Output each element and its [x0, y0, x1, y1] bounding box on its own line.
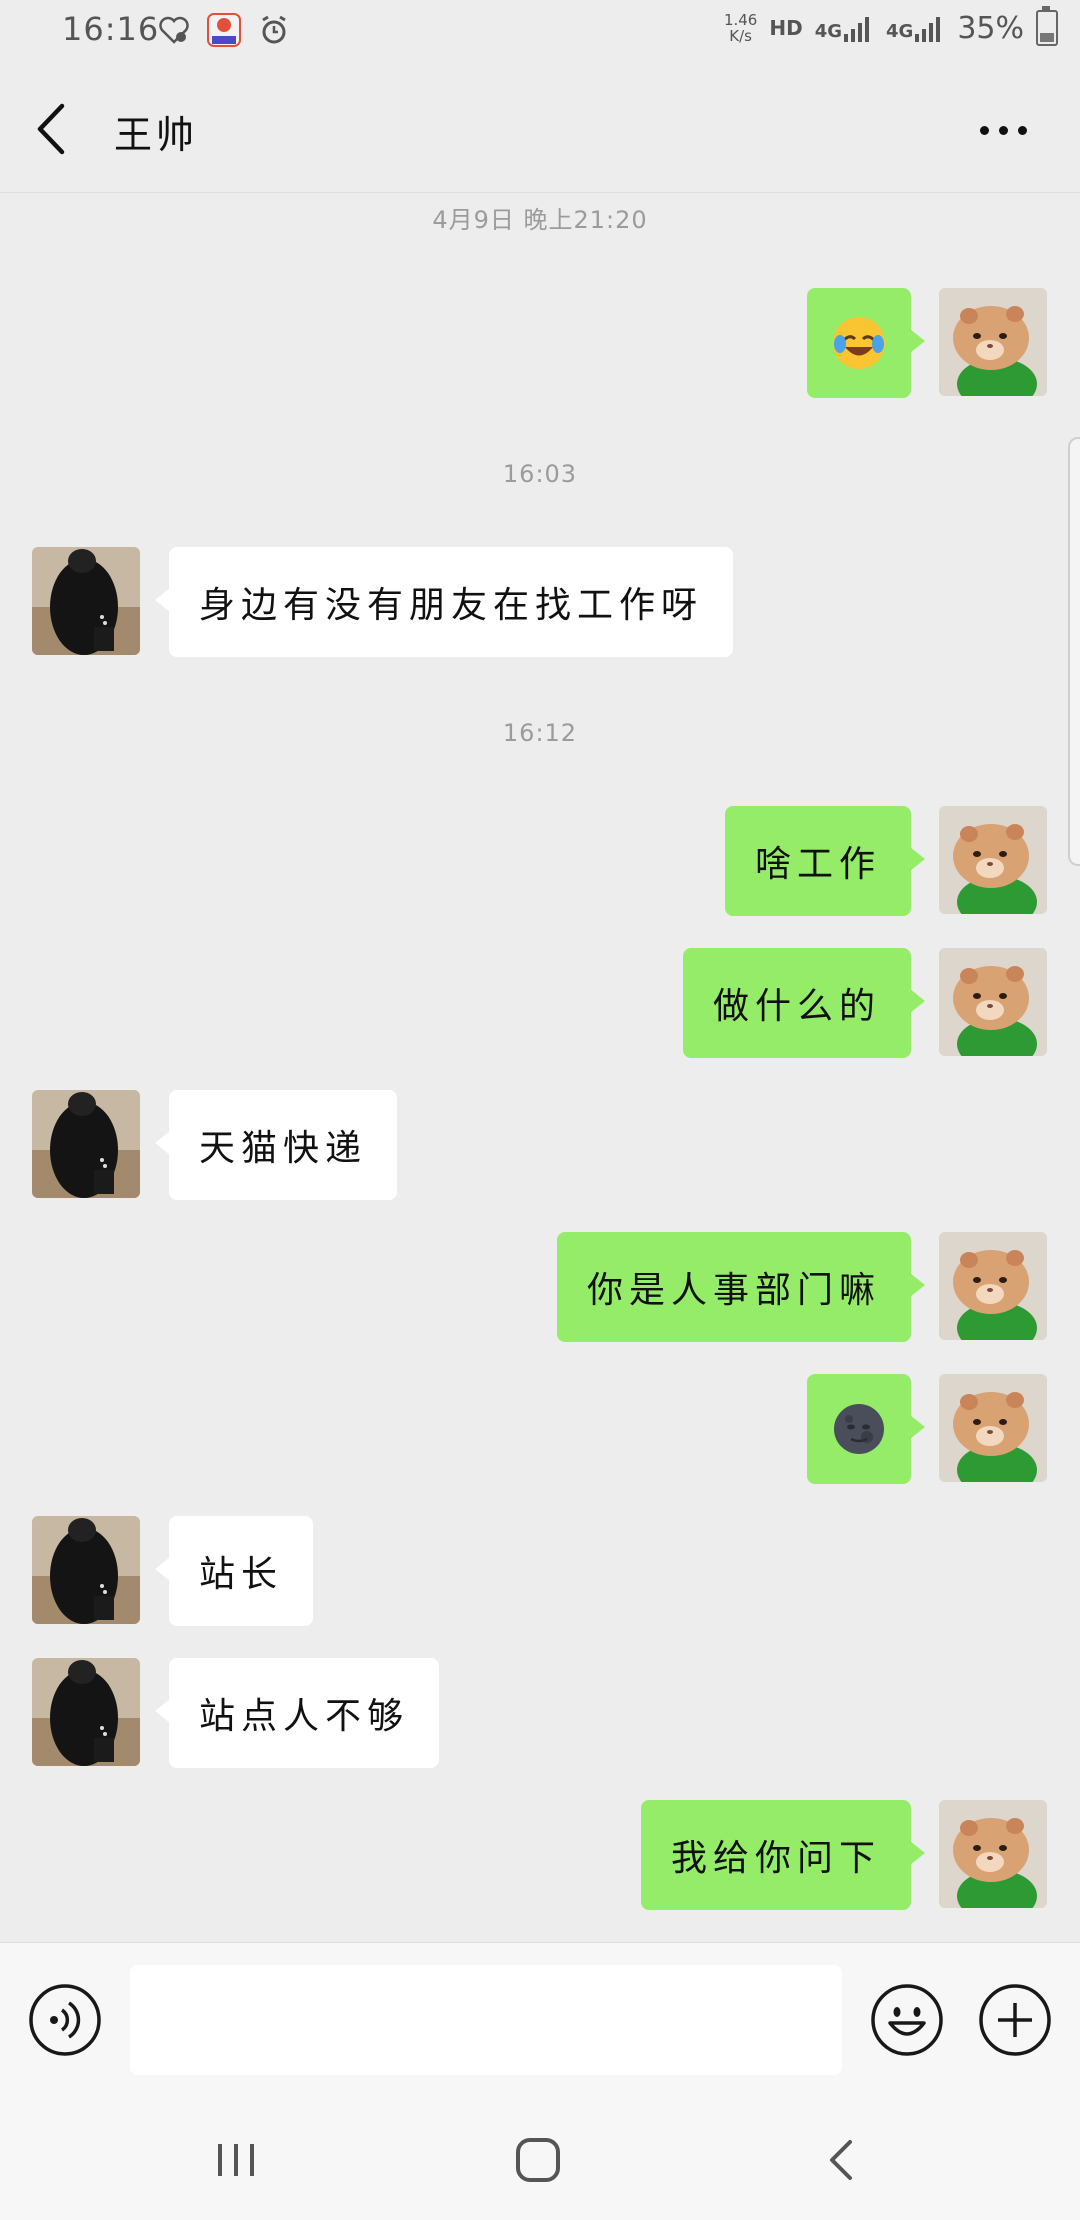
system-nav-bar: [0, 2096, 1080, 2220]
message-input[interactable]: [130, 1965, 842, 2075]
back-icon: [830, 2140, 852, 2180]
plus-icon: [979, 1984, 1051, 2056]
more-dot-icon: [980, 125, 989, 135]
scroll-indicator[interactable]: [1068, 437, 1080, 866]
voice-icon: [29, 1984, 101, 2056]
alarm-notification-icon: [256, 12, 292, 48]
message-bubble-outgoing[interactable]: 我给你问下: [640, 1800, 926, 1910]
more-options-button[interactable]: [980, 116, 1040, 144]
back-button[interactable]: [28, 96, 88, 162]
my-avatar[interactable]: [939, 948, 1047, 1056]
my-avatar[interactable]: [939, 288, 1047, 396]
app-notification-icon: [206, 12, 242, 48]
new-moon-face-emoji-icon: [834, 1404, 884, 1454]
message-bubble-incoming[interactable]: 站点人不够: [154, 1658, 440, 1768]
network-speed-unit: K/s: [729, 27, 752, 45]
network-speed: 1.46 K/s: [724, 12, 757, 44]
timestamp: 4月9日 晚上21:20: [432, 206, 648, 234]
notification-icons: [156, 12, 292, 48]
message-bubble-outgoing[interactable]: [807, 1374, 925, 1484]
emoji-icon: [871, 1984, 943, 2056]
chat-area[interactable]: 4月9日 晚上21:20 16:03 身边有没有朋友在找工作呀 16:12 啥工…: [0, 192, 1080, 1942]
my-avatar[interactable]: [939, 1800, 1047, 1908]
message-bubble-outgoing[interactable]: 做什么的: [682, 948, 926, 1058]
hd-indicator: HD: [769, 16, 803, 40]
status-time: 16:16: [62, 10, 160, 48]
home-icon: [516, 2138, 560, 2182]
recent-apps-icon: [218, 2144, 254, 2176]
signal-icon: [844, 17, 869, 42]
chat-header: 王帅: [0, 66, 1080, 193]
chevron-left-icon: [37, 103, 65, 155]
battery-icon: [1036, 6, 1058, 46]
my-avatar[interactable]: [939, 1232, 1047, 1340]
contact-avatar[interactable]: [32, 1658, 140, 1766]
chat-title: 王帅: [114, 113, 199, 157]
face-with-tears-of-joy-emoji-icon: [833, 317, 885, 369]
timestamp: 16:03: [502, 460, 578, 488]
contact-avatar[interactable]: [32, 1516, 140, 1624]
emoji-button[interactable]: [870, 1983, 944, 2057]
network-speed-value: 1.46: [723, 11, 758, 29]
message-bubble-outgoing[interactable]: 你是人事部门嘛: [556, 1232, 926, 1342]
battery-percent: 35%: [957, 10, 1024, 46]
message-bubble-incoming[interactable]: 天猫快递: [154, 1090, 398, 1200]
timestamp: 16:12: [502, 719, 578, 747]
contact-avatar[interactable]: [32, 547, 140, 655]
voice-button[interactable]: [28, 1983, 102, 2057]
status-indicators: 1.46 K/s HD 4G 4G 35%: [724, 6, 1058, 46]
network-1: 4G: [815, 14, 874, 42]
heart-notification-icon: [156, 12, 192, 48]
message-bubble-outgoing[interactable]: 啥工作: [724, 806, 926, 916]
more-dot-icon: [999, 125, 1008, 135]
network-1-label: 4G: [814, 21, 842, 42]
status-bar: 16:16 1.46 K/s HD 4G 4G 35%: [0, 0, 1080, 66]
message-bubble-outgoing[interactable]: [807, 288, 925, 398]
signal-icon: [915, 17, 941, 42]
my-avatar[interactable]: [939, 1374, 1047, 1482]
recent-apps-button[interactable]: [206, 2130, 266, 2190]
message-bubble-incoming[interactable]: 身边有没有朋友在找工作呀: [154, 547, 734, 657]
more-dot-icon: [1018, 125, 1027, 135]
system-back-button[interactable]: [812, 2130, 872, 2190]
more-actions-button[interactable]: [978, 1983, 1052, 2057]
network-2-label: 4G: [886, 21, 914, 42]
input-bar: [0, 1942, 1080, 2097]
contact-avatar[interactable]: [32, 1090, 140, 1198]
home-button[interactable]: [508, 2130, 568, 2190]
my-avatar[interactable]: [939, 806, 1047, 914]
network-2: 4G: [886, 14, 945, 42]
message-bubble-incoming[interactable]: 站长: [154, 1516, 314, 1626]
